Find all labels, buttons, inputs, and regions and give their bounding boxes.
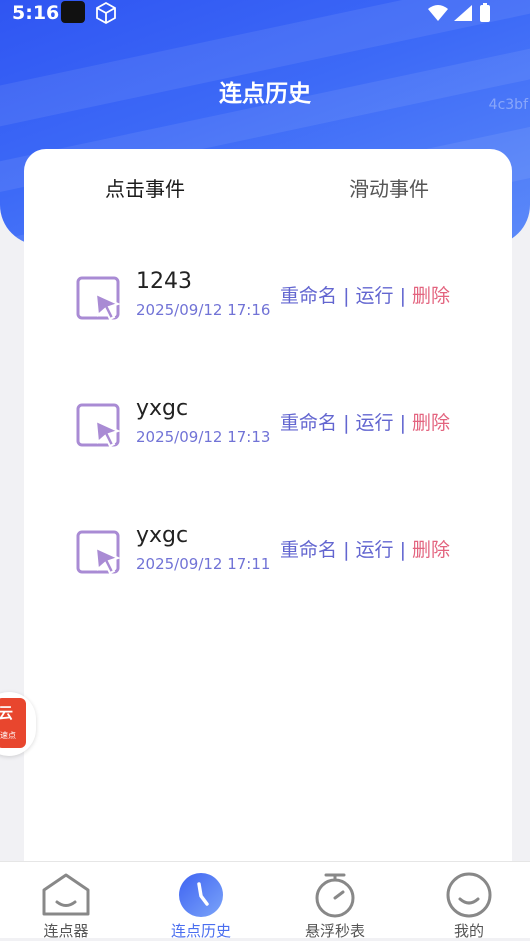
wifi-signal-battery-icon [428,3,490,22]
nav-item-stopwatch[interactable]: 悬浮秒表 [269,862,401,940]
cursor-click-icon [76,530,121,575]
separator: | [399,412,406,434]
nav-item-profile[interactable]: 我的 [403,862,530,940]
record-actions: 重命名 | 运行 | 删除 [280,535,450,562]
rename-button[interactable]: 重命名 [280,412,337,434]
page-title: 连点历史 [219,81,311,107]
record-name: yxgc [136,396,189,421]
record-actions: 重命名 | 运行 | 删除 [280,281,450,308]
cube-icon [96,1,116,25]
cursor-click-icon [76,403,121,448]
separator: | [343,285,350,307]
watermark-text: 4c3bf [488,97,528,113]
nav-item-history[interactable]: 连点历史 [135,862,267,940]
run-button[interactable]: 运行 [356,539,394,561]
nav-label: 我的 [453,922,484,940]
run-button[interactable]: 运行 [356,285,394,307]
smile-face-icon [446,872,492,918]
record-actions: 重命名 | 运行 | 删除 [280,408,450,435]
clock-icon [179,873,223,917]
bottom-nav: 连点器 连点历史 悬浮秒表 我的 [0,861,530,940]
separator: | [399,539,406,561]
record-time: 2025/09/12 17:11 [136,555,271,573]
ad-title: 云 [0,704,14,722]
run-button[interactable]: 运行 [356,412,394,434]
record-time: 2025/09/12 17:16 [136,301,271,319]
nav-label: 悬浮秒表 [304,922,365,940]
list-item: yxgc 2025/09/12 17:13 重命名 | 运行 | 删除 [24,396,512,468]
record-name: 1243 [136,269,192,294]
separator: | [343,539,350,561]
record-name: yxgc [136,523,189,548]
status-bar: 5:16 [0,0,530,26]
nav-item-clicker[interactable]: 连点器 [0,862,132,940]
nav-label: 连点历史 [170,922,231,940]
list-item: yxgc 2025/09/12 17:11 重命名 | 运行 | 删除 [24,523,512,595]
record-time: 2025/09/12 17:13 [136,428,271,446]
cursor-click-icon [76,276,121,321]
delete-button[interactable]: 删除 [412,412,450,434]
history-card: 点击事件 滑动事件 1243 2025/09/12 17:16 重命名 | 运行… [24,149,512,889]
notification-app-icon [61,1,85,23]
rename-button[interactable]: 重命名 [280,285,337,307]
delete-button[interactable]: 删除 [412,285,450,307]
separator: | [343,412,350,434]
list-item: 1243 2025/09/12 17:16 重命名 | 运行 | 删除 [24,269,512,341]
rename-button[interactable]: 重命名 [280,539,337,561]
nav-label: 连点器 [43,922,89,940]
robot-face-icon [42,873,90,916]
ad-subtitle: 速点 [0,731,16,740]
status-time: 5:16 [12,2,60,24]
tab-swipe-events[interactable]: 滑动事件 [349,173,429,202]
stopwatch-icon [315,873,355,918]
tab-click-events[interactable]: 点击事件 [105,173,185,202]
separator: | [399,285,406,307]
delete-button[interactable]: 删除 [412,539,450,561]
